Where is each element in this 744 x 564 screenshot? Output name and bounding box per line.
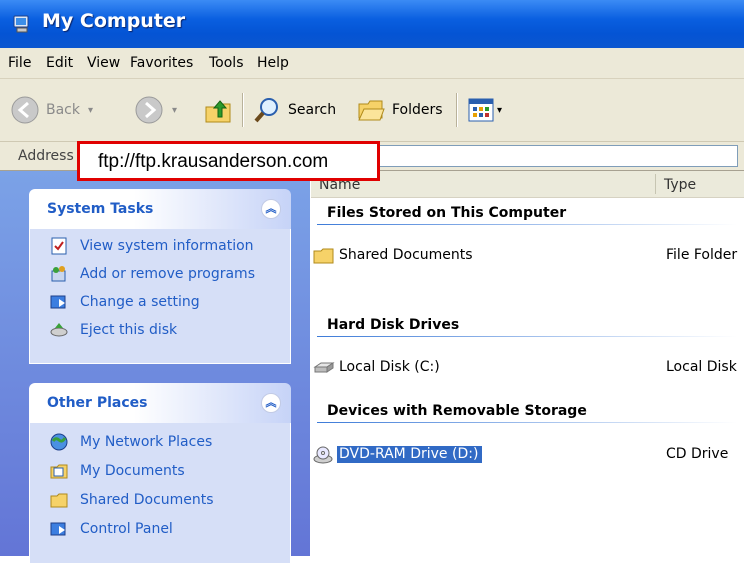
other-places-header[interactable]: Other Places ︽ bbox=[29, 383, 291, 423]
place-my-network-places[interactable]: My Network Places bbox=[50, 431, 212, 453]
menu-edit[interactable]: Edit bbox=[46, 55, 73, 71]
system-tasks-header[interactable]: System Tasks ︽ bbox=[29, 189, 291, 229]
group-header: Devices with Removable Storage bbox=[327, 403, 587, 419]
control-panel-icon bbox=[50, 522, 66, 536]
address-url: ftp://ftp.krausanderson.com bbox=[98, 151, 329, 172]
file-type: File Folder bbox=[666, 247, 738, 263]
group-header: Files Stored on This Computer bbox=[327, 205, 567, 221]
folder-icon bbox=[50, 493, 68, 508]
up-folder-button[interactable] bbox=[204, 93, 232, 127]
folders-button[interactable]: Folders bbox=[356, 93, 443, 127]
back-button[interactable]: Back ▾ bbox=[10, 93, 93, 127]
menu-file[interactable]: File bbox=[8, 55, 31, 71]
other-places-panel: Other Places ︽ My Network Places My Docu… bbox=[29, 383, 291, 564]
title-bar: My Computer bbox=[0, 0, 744, 48]
group-divider bbox=[317, 336, 737, 337]
task-view-system-information[interactable]: View system information bbox=[50, 235, 254, 257]
task-eject-disk[interactable]: Eject this disk bbox=[50, 319, 177, 341]
file-type: Local Disk bbox=[666, 359, 737, 375]
task-add-remove-programs[interactable]: Add or remove programs bbox=[50, 263, 255, 285]
forward-arrow-icon bbox=[135, 96, 163, 124]
file-row[interactable]: Local Disk (C:) Local Disk bbox=[313, 357, 743, 379]
network-places-icon bbox=[50, 433, 68, 451]
add-remove-programs-icon bbox=[51, 266, 66, 282]
task-change-setting[interactable]: Change a setting bbox=[50, 291, 200, 313]
window-title: My Computer bbox=[42, 10, 186, 32]
up-folder-icon bbox=[205, 100, 231, 123]
file-name: DVD-RAM Drive (D:) bbox=[337, 446, 483, 463]
place-my-documents[interactable]: My Documents bbox=[50, 460, 185, 482]
system-tasks-title: System Tasks bbox=[47, 201, 154, 217]
address-label: Address bbox=[18, 148, 74, 164]
group-header: Hard Disk Drives bbox=[327, 317, 460, 333]
group-divider bbox=[317, 422, 737, 423]
toolbar-separator bbox=[242, 93, 244, 127]
views-dropdown-icon: ▾ bbox=[497, 104, 503, 116]
collapse-chevron-icon[interactable]: ︽ bbox=[261, 199, 281, 219]
file-name: Shared Documents bbox=[339, 247, 473, 263]
menu-tools[interactable]: Tools bbox=[209, 55, 244, 71]
address-callout[interactable]: ftp://ftp.krausanderson.com bbox=[77, 141, 380, 181]
menu-favorites[interactable]: Favorites bbox=[130, 55, 193, 71]
column-type[interactable]: Type bbox=[664, 177, 696, 193]
menu-bar: File Edit View Favorites Tools Help bbox=[0, 48, 744, 79]
system-tasks-body: View system information Add or remove pr… bbox=[29, 229, 291, 364]
computer-icon bbox=[13, 15, 29, 33]
search-icon bbox=[254, 98, 278, 123]
control-panel-icon bbox=[50, 295, 66, 309]
collapse-chevron-icon[interactable]: ︽ bbox=[261, 393, 281, 413]
back-arrow-icon bbox=[11, 96, 39, 124]
place-shared-documents[interactable]: Shared Documents bbox=[50, 489, 214, 511]
hard-disk-icon bbox=[313, 362, 335, 373]
folders-icon bbox=[358, 100, 385, 121]
back-dropdown-icon: ▾ bbox=[88, 104, 94, 116]
menu-help[interactable]: Help bbox=[257, 55, 289, 71]
dvd-drive-icon bbox=[313, 446, 333, 464]
toolbar-separator bbox=[456, 93, 458, 127]
other-places-title: Other Places bbox=[47, 395, 148, 411]
menu-view[interactable]: View bbox=[87, 55, 120, 71]
folder-icon bbox=[313, 248, 334, 264]
eject-disk-icon bbox=[50, 323, 68, 337]
file-list-view: Name Type Files Stored on This Computer … bbox=[311, 171, 744, 556]
toolbar: Back ▾ ▾ Search Folders ▾ bbox=[0, 79, 744, 142]
file-name: Local Disk (C:) bbox=[339, 359, 440, 375]
forward-dropdown-icon: ▾ bbox=[172, 104, 178, 116]
file-row[interactable]: Shared Documents File Folder bbox=[313, 245, 743, 267]
search-button[interactable]: Search bbox=[252, 93, 336, 127]
file-type: CD Drive bbox=[666, 446, 729, 462]
views-button[interactable]: ▾ bbox=[468, 93, 502, 127]
views-icon bbox=[468, 98, 494, 122]
system-tasks-panel: System Tasks ︽ View system information A… bbox=[29, 189, 291, 364]
task-pane: System Tasks ︽ View system information A… bbox=[0, 171, 310, 564]
other-places-body: My Network Places My Documents Shared Do… bbox=[29, 423, 291, 564]
column-divider[interactable] bbox=[655, 174, 656, 194]
file-row-selected[interactable]: DVD-RAM Drive (D:) CD Drive bbox=[313, 444, 743, 466]
my-documents-icon bbox=[50, 464, 68, 479]
forward-button[interactable]: ▾ bbox=[134, 93, 177, 127]
group-divider bbox=[317, 224, 737, 225]
place-control-panel[interactable]: Control Panel bbox=[50, 518, 173, 540]
system-info-icon bbox=[51, 237, 67, 255]
